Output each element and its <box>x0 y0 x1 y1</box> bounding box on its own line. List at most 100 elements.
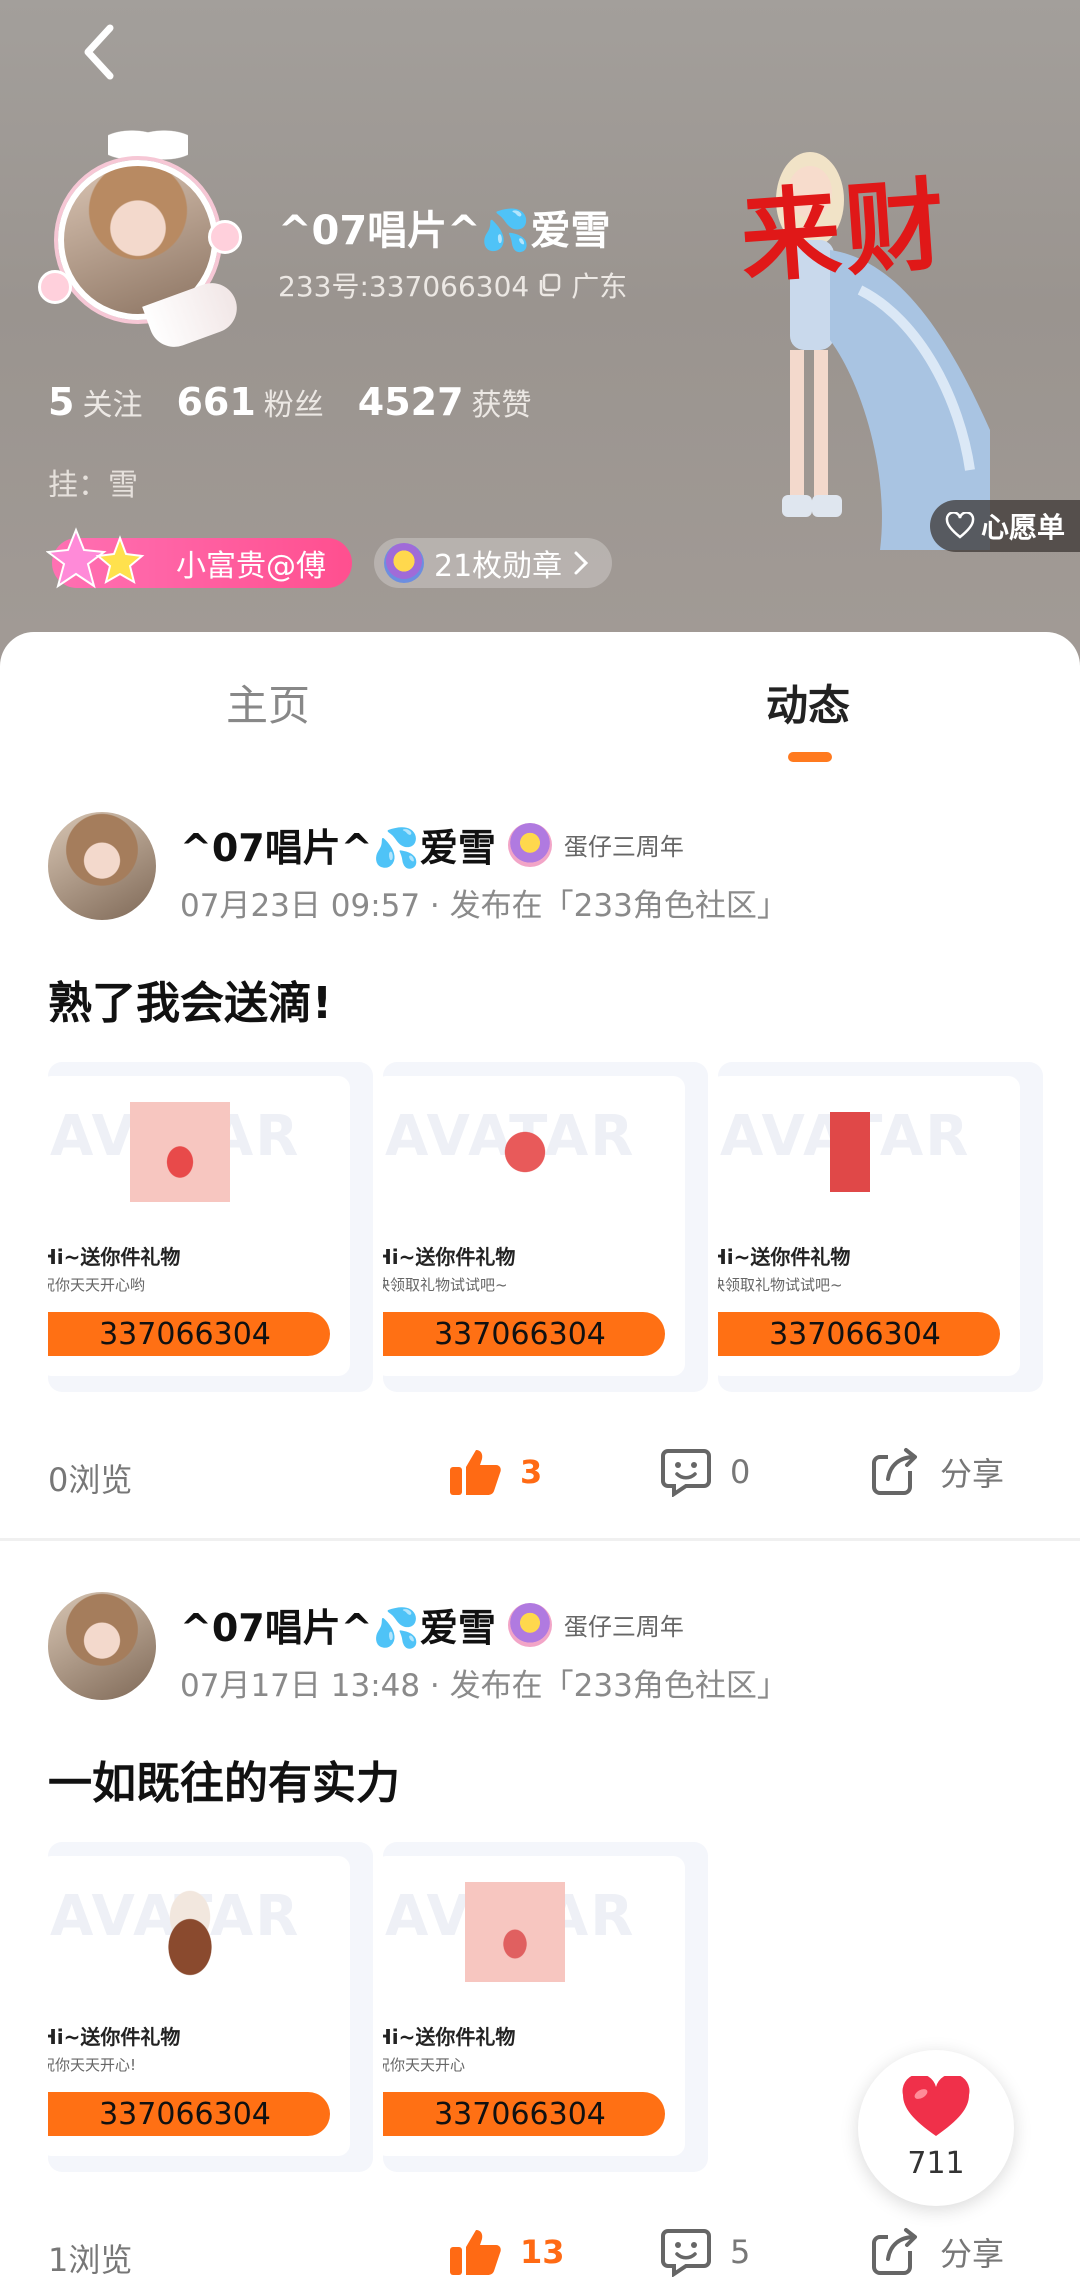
profile-avatar[interactable] <box>38 120 244 354</box>
stat-value: 661 <box>176 380 256 424</box>
like-count: 3 <box>520 1453 543 1491</box>
tab-indicator <box>788 752 832 762</box>
vip-label: 小富贵@傅 <box>176 549 326 584</box>
gift-thumbnail <box>465 1882 565 1982</box>
gift-subtitle: 快领取礼物试试吧~ <box>718 1276 843 1294</box>
gift-title: Hi~送你件礼物 <box>718 1245 851 1269</box>
post-time: 07月23日 09:57 · 发布在「233角色社区」 <box>180 888 788 924</box>
chevron-right-icon <box>574 551 589 575</box>
divider <box>0 1538 1080 1541</box>
comment-count: 0 <box>730 1453 751 1491</box>
post-avatar[interactable] <box>48 812 156 920</box>
gift-card-panel: AVATAR Hi~送你件礼物 祝你天天开心 337066304 <box>383 1856 685 2156</box>
post-author-name: ^07唱片^💦爱雪 <box>180 1606 496 1650</box>
tab-activity[interactable]: 动态 <box>766 672 850 733</box>
wishlist-label: 心愿单 <box>980 511 1065 544</box>
view-count: 0浏览 <box>48 1461 133 1499</box>
stats-row: 5 关注 661 粉丝 4527 获赞 <box>48 380 532 424</box>
share-label: 分享 <box>940 1455 1005 1493</box>
stat-followers[interactable]: 661 粉丝 <box>176 380 323 424</box>
gift-id: 337066304 <box>383 2092 665 2136</box>
share-label: 分享 <box>940 2235 1005 2273</box>
stat-following[interactable]: 5 关注 <box>48 380 142 424</box>
post-time: 07月17日 13:48 · 发布在「233角色社区」 <box>180 1668 788 1704</box>
gift-thumbnail <box>475 1102 575 1202</box>
content-card: 主页 动态 ^07唱片^💦爱雪 蛋仔三周年 07月23日 09:57 · 发布在… <box>0 632 1080 2284</box>
comment-icon <box>661 1449 711 1497</box>
wishlist-button[interactable]: 心愿单 <box>930 500 1080 552</box>
badge-row: 小富贵@傅 21枚勋章 <box>46 527 613 589</box>
gift-title: Hi~送你件礼物 <box>48 1245 181 1269</box>
stars-icon <box>46 527 145 589</box>
gift-title: Hi~送你件礼物 <box>383 1245 516 1269</box>
share-icon <box>872 1448 917 1495</box>
gift-thumbnail <box>830 1102 870 1202</box>
user-meta: 233号:337066304 广东 <box>278 265 627 305</box>
paw-icon <box>208 220 242 254</box>
share-button[interactable]: 分享 <box>870 1447 1004 1497</box>
gift-subtitle: 祝你天天开心! <box>48 2056 137 2074</box>
post-text: 一如既往的有实力 <box>48 1758 400 1809</box>
gift-id: 337066304 <box>383 1312 665 1356</box>
gift-image[interactable]: AVATAR Hi~送你件礼物 快领取礼物试试吧~ 337066304 <box>383 1062 708 1392</box>
post-text: 熟了我会送滴! <box>48 978 333 1029</box>
character-decoration-text: 来财 <box>736 164 953 298</box>
anniversary-badge-icon <box>507 822 552 867</box>
gift-id: 337066304 <box>48 2092 330 2136</box>
gift-subtitle: 快领取礼物试试吧~ <box>383 1276 508 1294</box>
vip-badge[interactable]: 小富贵@傅 <box>46 527 352 589</box>
post-badge-label: 蛋仔三周年 <box>563 1613 684 1641</box>
post-images: AVATAR Hi~送你件礼物 祝你天天开心哟 337066304 AVATAR… <box>48 1062 1043 1392</box>
stat-value: 5 <box>48 380 75 424</box>
gift-card-panel: AVATAR Hi~送你件礼物 祝你天天开心! 337066304 <box>48 1856 350 2156</box>
like-button[interactable]: 3 <box>448 1447 542 1497</box>
gift-image[interactable]: AVATAR Hi~送你件礼物 祝你天天开心 337066304 <box>383 1842 708 2172</box>
gift-card-panel: AVATAR Hi~送你件礼物 祝你天天开心哟 337066304 <box>48 1076 350 1376</box>
tab-home[interactable]: 主页 <box>226 672 310 733</box>
post-badge-label: 蛋仔三周年 <box>563 833 684 861</box>
user-region: 广东 <box>571 270 628 303</box>
copy-icon[interactable] <box>537 272 563 298</box>
post-author: ^07唱片^💦爱雪 蛋仔三周年 <box>180 817 684 872</box>
post-images: AVATAR Hi~送你件礼物 祝你天天开心! 337066304 AVATAR… <box>48 1842 708 2172</box>
stat-label: 关注 <box>82 388 143 423</box>
gift-id: 337066304 <box>718 1312 1000 1356</box>
anniversary-badge-icon <box>507 1602 552 1647</box>
post-avatar[interactable] <box>48 1592 156 1700</box>
stat-likes[interactable]: 4527 获赞 <box>358 380 532 424</box>
view-count: 1浏览 <box>48 2241 133 2279</box>
gift-thumbnail <box>140 1882 240 1982</box>
tab-bar: 主页 动态 <box>0 632 1080 762</box>
gift-title: Hi~送你件礼物 <box>383 2025 516 2049</box>
post-actions: 0浏览 3 0 分享 <box>0 1447 1080 1507</box>
gift-id: 337066304 <box>48 1312 330 1356</box>
user-id: 233号:337066304 <box>278 270 530 303</box>
like-count: 13 <box>520 2233 565 2271</box>
like-button[interactable]: 13 <box>448 2227 565 2277</box>
gift-title: Hi~送你件礼物 <box>48 2025 181 2049</box>
profile-header: ^07唱片^💦爱雪 233号:337066304 广东 5 关注 661 粉丝 … <box>0 0 1080 680</box>
heart-icon <box>902 2075 970 2136</box>
gift-thumbnail <box>130 1102 230 1202</box>
floating-like-count: 711 <box>907 2145 965 2181</box>
gift-subtitle: 祝你天天开心哟 <box>48 1276 146 1294</box>
medal-label: 21枚勋章 <box>434 549 563 584</box>
back-button[interactable] <box>70 22 130 82</box>
medal-badge[interactable]: 21枚勋章 <box>374 538 613 588</box>
chevron-left-icon <box>84 24 114 80</box>
heart-outline-icon <box>945 512 975 539</box>
thumbs-up-icon <box>450 1450 501 1495</box>
post-author-name: ^07唱片^💦爱雪 <box>180 826 496 870</box>
comment-icon <box>661 2229 711 2277</box>
post-actions: 1浏览 13 5 分享 <box>0 2227 1080 2284</box>
share-button[interactable]: 分享 <box>870 2227 1004 2277</box>
comment-button[interactable]: 0 <box>660 1447 750 1497</box>
gift-image[interactable]: AVATAR Hi~送你件礼物 祝你天天开心哟 337066304 <box>48 1062 373 1392</box>
floating-like-button[interactable]: 711 <box>858 2050 1014 2206</box>
paw-icon <box>38 270 72 304</box>
stat-label: 粉丝 <box>263 388 324 423</box>
gift-image[interactable]: AVATAR Hi~送你件礼物 快领取礼物试试吧~ 337066304 <box>718 1062 1043 1392</box>
gift-image[interactable]: AVATAR Hi~送你件礼物 祝你天天开心! 337066304 <box>48 1842 373 2172</box>
comment-count: 5 <box>730 2233 751 2271</box>
comment-button[interactable]: 5 <box>660 2227 750 2277</box>
